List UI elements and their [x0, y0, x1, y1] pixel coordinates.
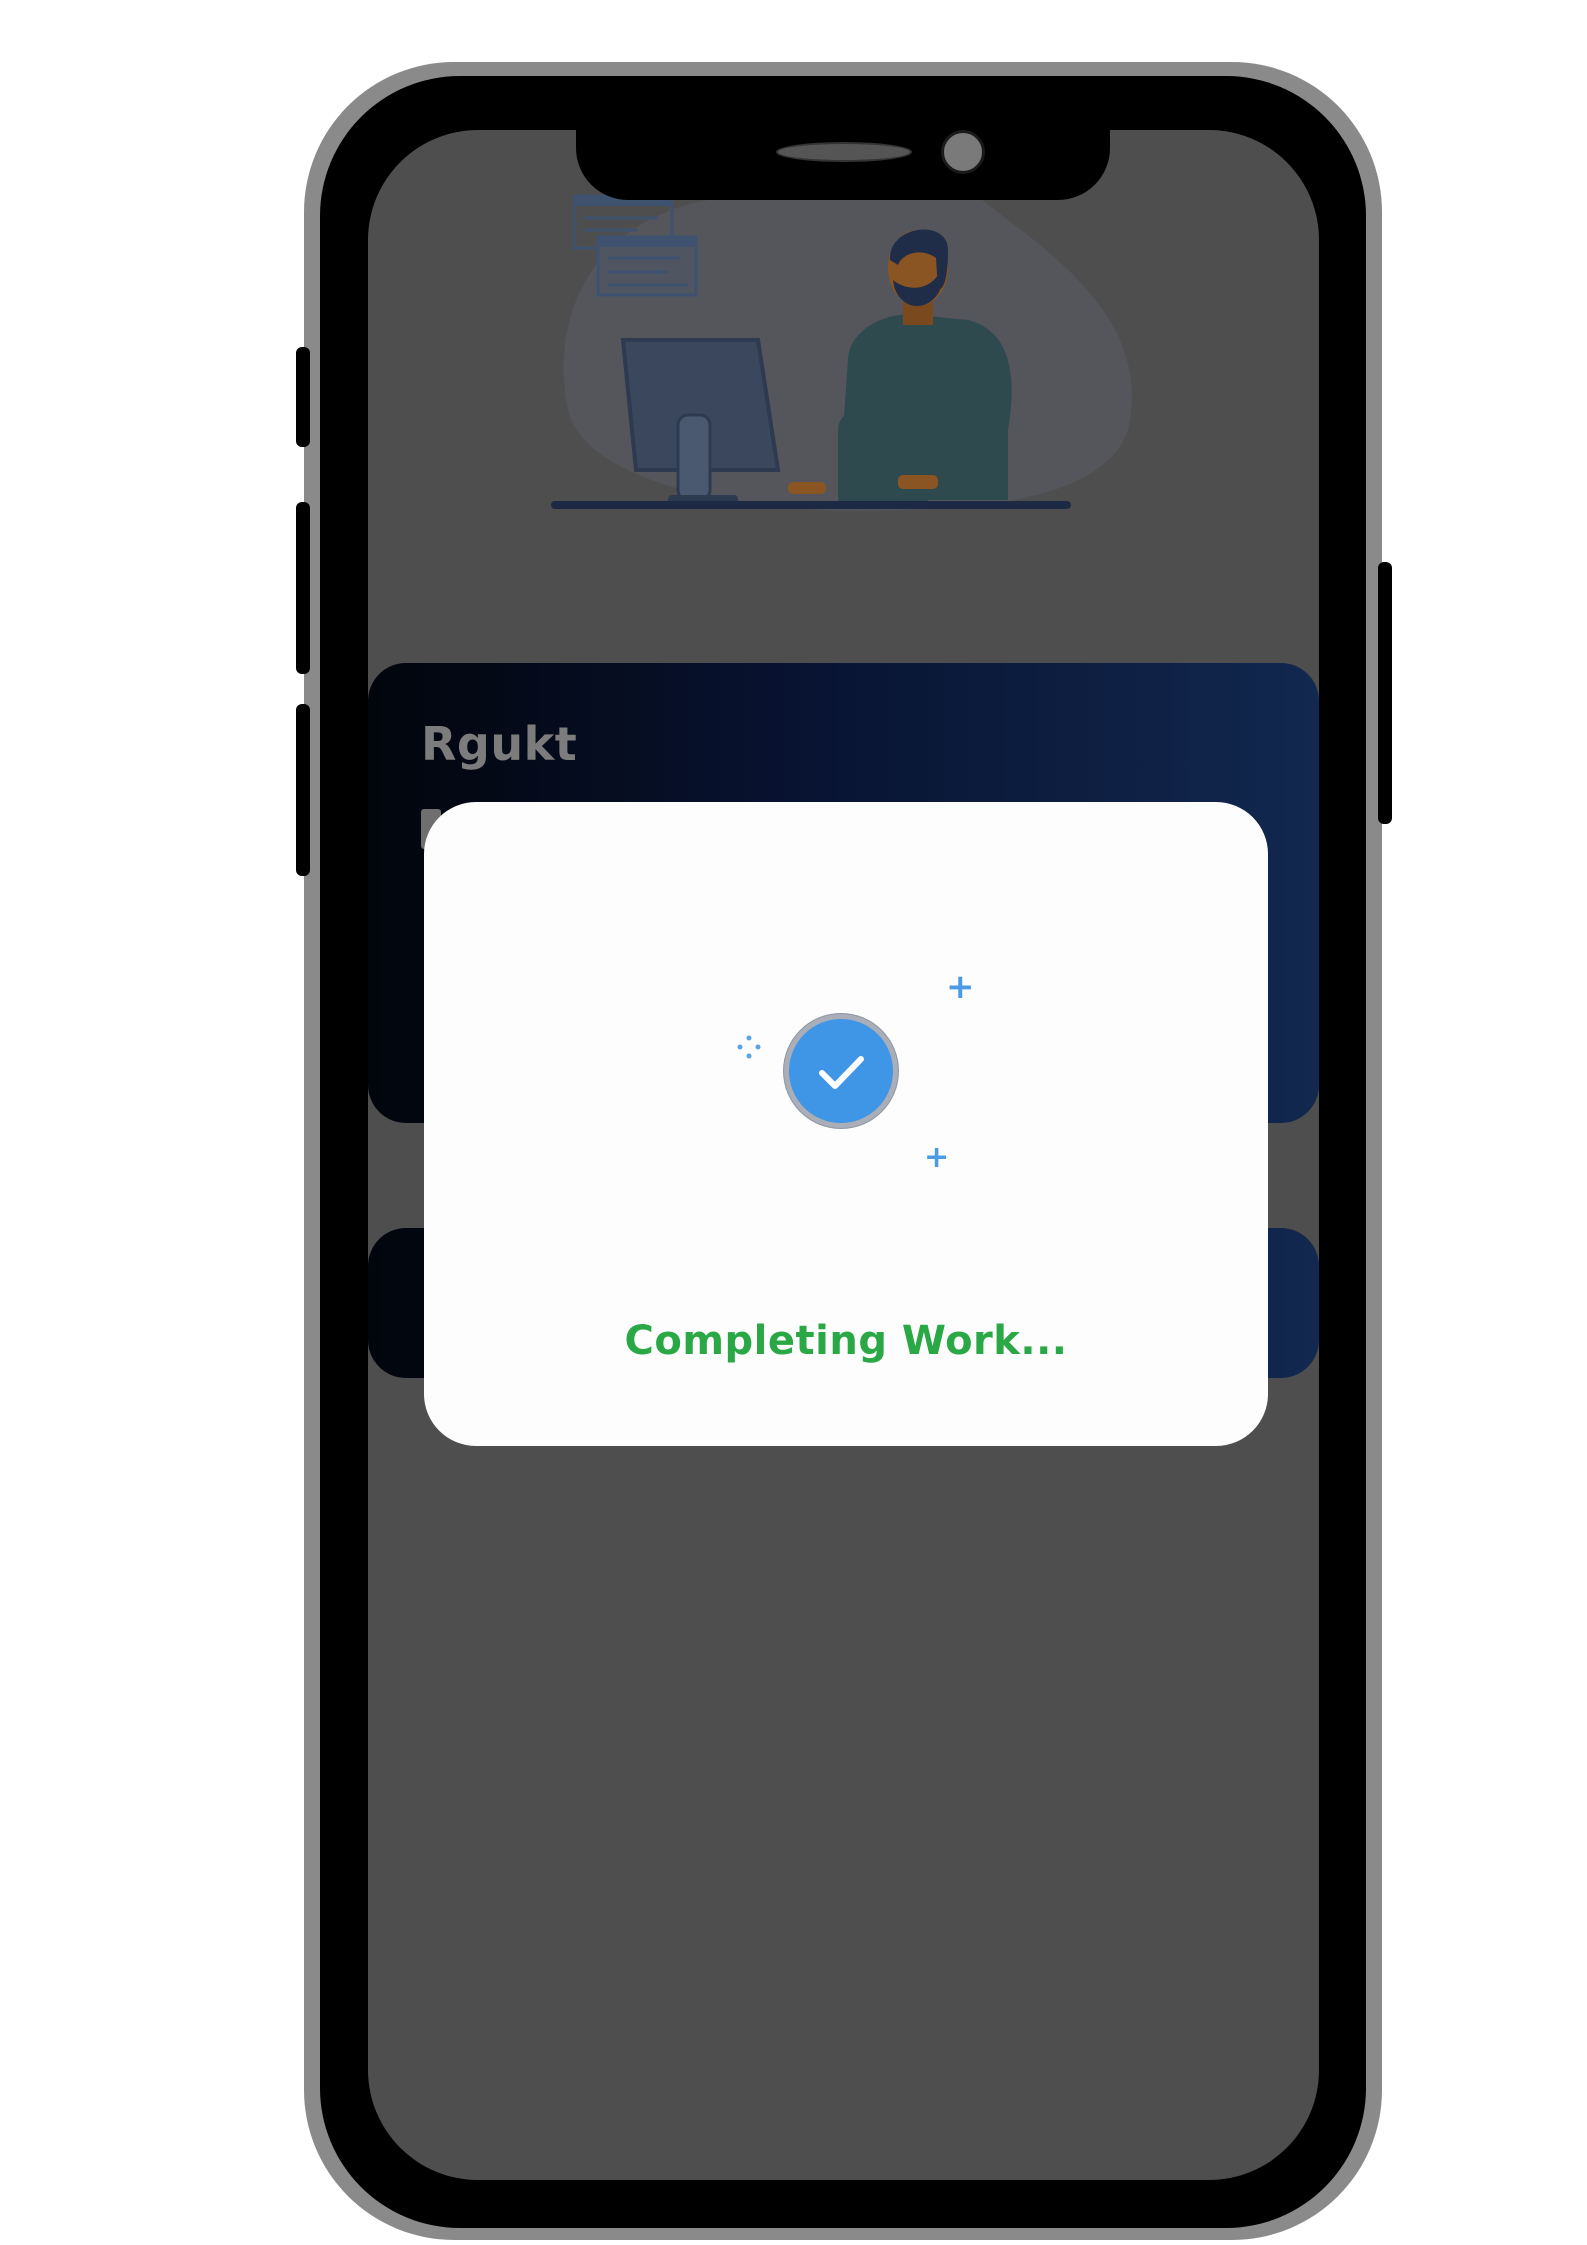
sparkle-dots-icon — [737, 1035, 761, 1059]
power-button — [1378, 562, 1392, 824]
volume-down-button — [296, 704, 310, 876]
status-text: Completing Work... — [624, 1318, 1068, 1364]
mute-switch — [296, 347, 310, 447]
progress-dialog: + + Completing Work... — [424, 802, 1268, 1446]
front-camera — [941, 130, 985, 174]
checkmark-icon — [819, 1056, 864, 1089]
phone-speaker — [776, 142, 912, 162]
sparkle-plus-icon: + — [946, 967, 975, 1007]
sparkle-plus-icon: + — [924, 1140, 950, 1175]
phone-notch — [576, 128, 1110, 200]
volume-up-button — [296, 502, 310, 674]
check-circle-icon — [784, 1014, 898, 1128]
